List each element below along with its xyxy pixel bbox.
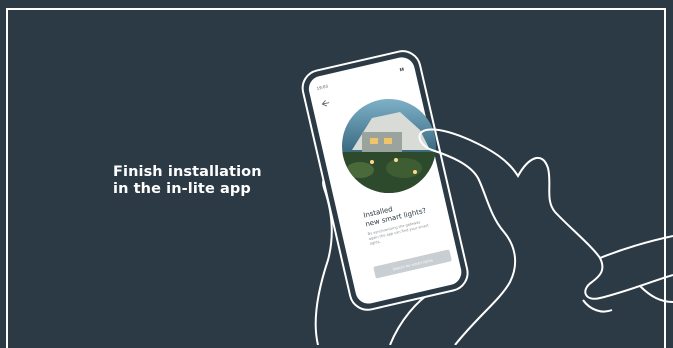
- hand-holding-phone-illustration: 19:03 ▮▮ Installed new smart lights? By …: [301, 50, 673, 345]
